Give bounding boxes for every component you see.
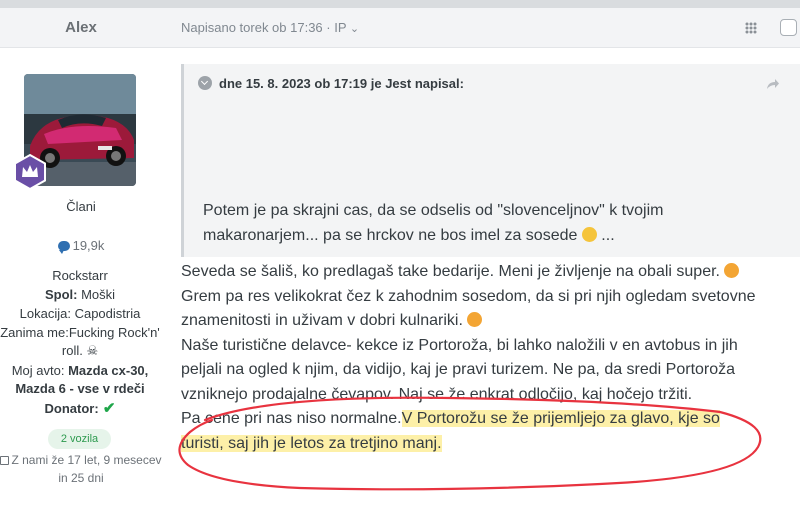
post-line: vzniknejo prodajalne čevapov. Naj se že … <box>181 385 693 403</box>
grimacing-emoji-icon <box>581 227 597 242</box>
field-gender-value: Moški <box>77 287 116 302</box>
quote-line: Potem je pa skrajni cas, da se odselis o… <box>203 202 664 219</box>
post-line: Naše turistične delavce- kekce iz Portor… <box>181 336 738 354</box>
ip-caret[interactable]: ⌄ <box>350 23 359 35</box>
member-since: Z nami že 17 let, 9 mesecev in 25 dni <box>0 451 164 487</box>
quote-line-text: makaronarjem... pa se hrckov ne bos imel… <box>203 227 578 244</box>
field-interests: Zanima me:Fucking Rock'n' roll. ☠ <box>0 324 166 360</box>
field-interests-value: Fucking Rock'n' roll. ☠ <box>61 325 160 358</box>
quote-block: dne 15. 8. 2023 ob 17:19 je Jest napisal… <box>181 64 800 257</box>
field-car: Moj avto: Mazda cx-30, Mazda 6 - vse v r… <box>0 362 166 398</box>
reputation[interactable]: 19,9k <box>0 238 162 254</box>
wink-emoji-icon <box>724 263 740 278</box>
reputation-value: 19,9k <box>72 238 105 253</box>
field-location-value: Capodistria <box>70 306 141 321</box>
vehicles-pill[interactable]: 2 vozila <box>48 429 111 449</box>
field-gender-label: Spol: <box>44 287 78 302</box>
username-field: Rockstarr <box>52 268 108 283</box>
quote-line: makaronarjem... pa se hrckov ne bos imel… <box>203 223 783 248</box>
post-line: znamenitosti in uživam v dobri kulnariki… <box>181 309 800 334</box>
post-line-text: znamenitosti in uživam v dobri kulnariki… <box>181 312 468 329</box>
post-line: Pa cene pri nas niso normalne.V Portorož… <box>181 407 800 432</box>
field-donator: Donator: ✔ <box>0 400 166 418</box>
chat-bubble-icon <box>57 241 70 254</box>
author-panel: Člani 19,9k Rockstarr Spol: Moški Lokaci… <box>0 49 162 522</box>
quote-text: Potem je pa skrajni cas, da se odselis o… <box>203 198 783 248</box>
field-donator-label: Donator: <box>44 401 99 416</box>
post-line: Seveda se šališ, ko predlagaš take bedar… <box>181 260 800 285</box>
post-line: turisti, saj jih je letos za tretjino ma… <box>181 432 800 457</box>
field-car-label: Moj avto: <box>11 363 65 378</box>
checkmark-icon: ✔ <box>98 400 116 417</box>
share-arrow-icon[interactable] <box>766 78 780 90</box>
post-body: Seveda se šališ, ko predlagaš take bedar… <box>181 260 800 456</box>
field-location: Lokacija: Capodistria <box>0 305 166 323</box>
post-line: peljali na ogled k njim, da vidijo, kaj … <box>181 361 736 378</box>
post-date[interactable]: Napisano torek ob 17:36 · IP ⌄ <box>181 8 359 48</box>
highlighted-text: turisti, saj jih je letos za tretjino ma… <box>181 434 442 452</box>
member-group: Člani <box>66 199 96 214</box>
post-line-plain: Pa cene pri nas niso normalne. <box>181 410 402 427</box>
post-line: Grem pa res velikokrat čez k zahodnim so… <box>181 287 756 305</box>
top-strip <box>0 0 800 8</box>
post-header: Alex Napisano torek ob 17:36 · IP ⌄ <box>0 8 800 48</box>
highlighted-text: V Portorožu se že prijemljejo za glavo, … <box>401 410 720 427</box>
calendar-icon <box>0 456 10 465</box>
share-icon[interactable] <box>744 21 758 35</box>
chevron-down-icon[interactable] <box>198 76 212 90</box>
select-post-checkbox[interactable] <box>780 19 797 36</box>
quote-header-text: dne 15. 8. 2023 ob 17:19 je Jest napisal… <box>219 76 464 91</box>
field-location-label: Lokacija: <box>19 306 71 321</box>
smile-emoji-icon <box>467 312 483 327</box>
member-since-text: Z nami že 17 let, 9 mesecev in 25 dni <box>11 453 162 485</box>
quote-header[interactable]: dne 15. 8. 2023 ob 17:19 je Jest napisal… <box>198 76 464 91</box>
post-date-text: Napisano torek ob 17:36 · IP <box>181 20 347 35</box>
field-interests-label: Zanima me: <box>0 325 69 340</box>
author-name[interactable]: Alex <box>0 8 162 48</box>
quote-ellipsis: ... <box>596 227 615 244</box>
post-line-text: Seveda se šališ, ko predlagaš take bedar… <box>181 263 725 280</box>
crown-badge-icon <box>14 153 46 191</box>
field-gender: Spol: Moški <box>0 286 166 304</box>
